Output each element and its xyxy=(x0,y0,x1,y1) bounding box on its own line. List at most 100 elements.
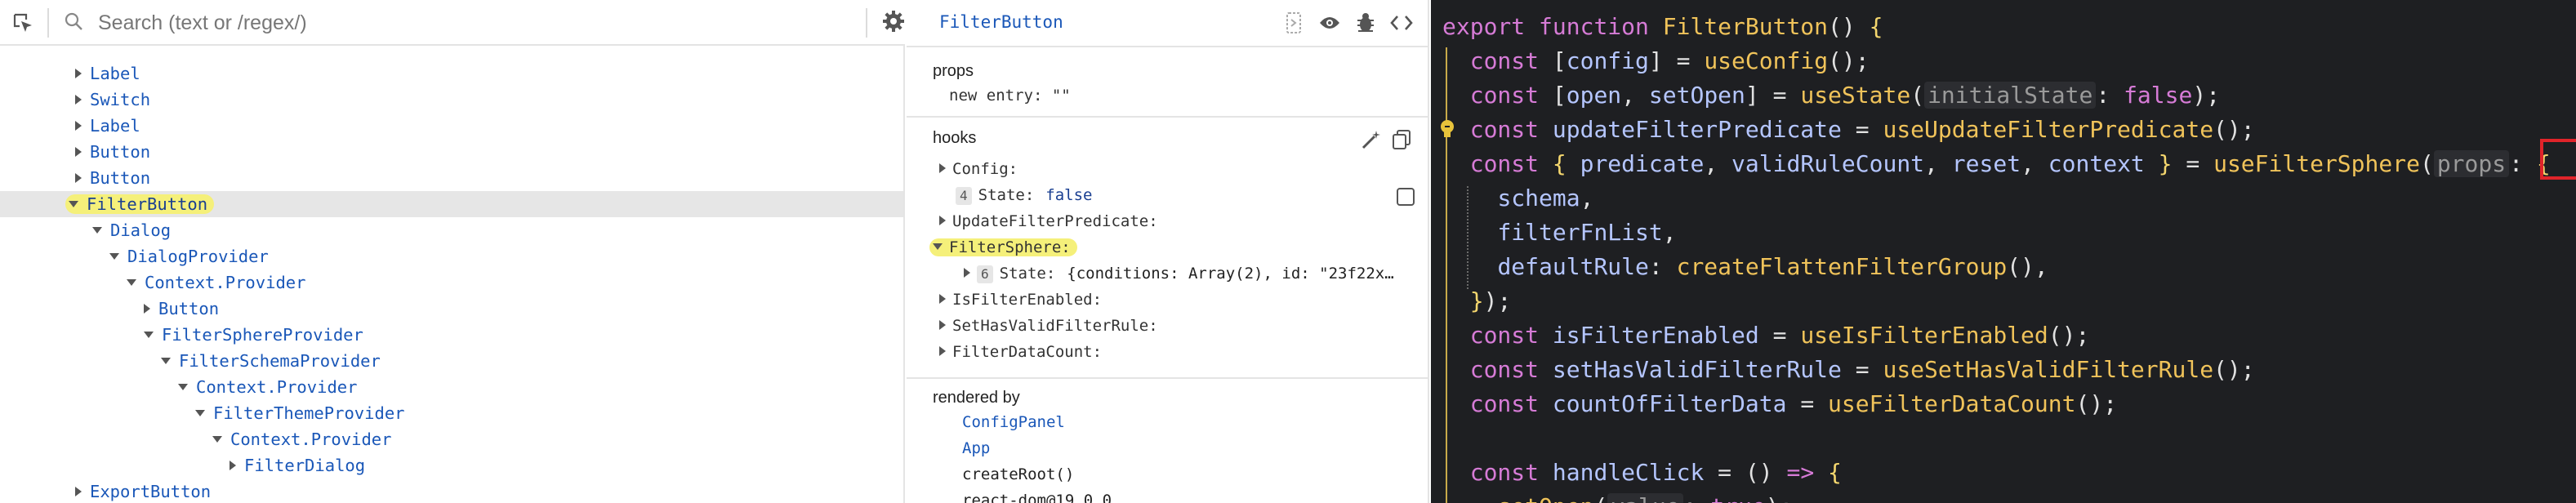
caret-right-icon[interactable] xyxy=(75,172,82,183)
hook-row[interactable]: Config: xyxy=(939,157,1018,181)
tree-row-label: Context.Provider xyxy=(196,377,358,397)
caret-right-icon[interactable] xyxy=(75,68,82,78)
hook-label: Config: xyxy=(952,160,1018,178)
hook-row[interactable]: SetHasValidFilterRule: xyxy=(939,314,1158,338)
tree-row-label: Label xyxy=(90,116,140,136)
tree-row-label: ExportButton xyxy=(90,482,212,501)
code-line[interactable]: schema, xyxy=(1442,181,1593,216)
code-line[interactable]: const [open, setOpen] = useState(initial… xyxy=(1442,78,2220,113)
tree-row[interactable]: FilterButton xyxy=(0,191,903,217)
eye-icon[interactable] xyxy=(1318,11,1341,34)
owner-link[interactable]: ConfigPanel xyxy=(962,410,1065,434)
tree-row[interactable]: Context.Provider xyxy=(0,374,903,400)
tree-row[interactable]: FilterDialog xyxy=(0,452,903,479)
caret-right-icon[interactable] xyxy=(939,346,946,356)
caret-down-icon[interactable] xyxy=(933,243,943,250)
hook-index-badge: 6 xyxy=(977,265,993,283)
tree-row-label: DialogProvider xyxy=(127,247,269,266)
caret-down-icon[interactable] xyxy=(127,278,136,286)
bug-icon[interactable] xyxy=(1354,11,1377,34)
tree-row[interactable]: Label xyxy=(0,113,903,139)
hook-row[interactable]: 4 State: false xyxy=(956,183,1092,207)
view-source-icon[interactable] xyxy=(1390,11,1413,34)
code-line[interactable]: export function FilterButton() { xyxy=(1442,10,1883,44)
caret-right-icon[interactable] xyxy=(75,146,82,157)
hook-label: FilterSphere: xyxy=(949,238,1071,256)
tree-row[interactable]: Button xyxy=(0,139,903,165)
hook-value: {conditions: Array(2), id: "23f22x… xyxy=(1067,265,1394,283)
tree-row[interactable]: Label xyxy=(0,60,903,87)
tree-row-label: Button xyxy=(158,299,220,318)
caret-right-icon[interactable] xyxy=(75,486,82,496)
hook-row[interactable]: FilterDataCount: xyxy=(939,340,1102,364)
inspector-header: FilterButton xyxy=(907,0,1429,47)
hook-row[interactable]: IsFilterEnabled: xyxy=(939,287,1102,312)
owner-text: createRoot() xyxy=(962,465,1075,483)
tree-row[interactable]: Button xyxy=(0,165,903,191)
tree-row[interactable]: ExportButton xyxy=(0,479,903,503)
caret-right-icon[interactable] xyxy=(939,216,946,225)
code-line[interactable]: const setHasValidFilterRule = useSetHasV… xyxy=(1442,353,2255,387)
code-line[interactable]: const updateFilterPredicate = useUpdateF… xyxy=(1442,113,2255,147)
gear-icon[interactable] xyxy=(882,10,907,34)
caret-down-icon[interactable] xyxy=(144,331,154,338)
hook-label: IsFilterEnabled: xyxy=(952,291,1103,309)
caret-down-icon[interactable] xyxy=(92,226,102,234)
caret-down-icon[interactable] xyxy=(109,252,119,260)
code-line[interactable]: defaultRule: createFlattenFilterGroup(), xyxy=(1442,250,2048,284)
tree-row[interactable]: Context.Provider xyxy=(0,269,903,296)
tree-row[interactable]: FilterThemeProvider xyxy=(0,400,903,426)
caret-right-icon[interactable] xyxy=(75,94,82,105)
tree-row-label: FilterSchemaProvider xyxy=(179,351,381,371)
tree-row-label: FilterDialog xyxy=(244,456,366,475)
tree-row[interactable]: FilterSphereProvider xyxy=(0,322,903,348)
caret-down-icon[interactable] xyxy=(161,357,171,364)
tree-row-label: Button xyxy=(90,168,151,188)
caret-right-icon[interactable] xyxy=(75,120,82,131)
code-line[interactable]: const countOfFilterData = useFilterDataC… xyxy=(1442,387,2117,421)
caret-right-icon[interactable] xyxy=(230,460,236,470)
hook-row[interactable]: FilterSphere: xyxy=(929,235,1077,260)
caret-down-icon[interactable] xyxy=(195,409,205,416)
caret-right-icon[interactable] xyxy=(939,163,946,173)
hook-label: State: xyxy=(999,265,1056,283)
new-prop-entry[interactable]: new entry: "" xyxy=(949,83,1071,108)
code-line[interactable]: filterFnList, xyxy=(1442,216,1676,250)
component-tree-pane: Label Switch Label Button Button FilterButton… xyxy=(0,0,920,503)
hook-row[interactable]: 6 State: {conditions: Array(2), id: "23f22… xyxy=(964,261,1394,286)
caret-down-icon[interactable] xyxy=(212,435,222,443)
code-line[interactable]: const [config] = useConfig(); xyxy=(1442,44,1870,78)
code-line[interactable]: const handleClick = () => { xyxy=(1442,456,1842,490)
lightbulb-icon[interactable] xyxy=(1437,118,1457,140)
tree-row[interactable]: DialogProvider xyxy=(0,243,903,269)
copy-icon[interactable] xyxy=(1392,129,1411,154)
caret-right-icon[interactable] xyxy=(964,268,970,278)
tree-row-label: Context.Provider xyxy=(145,273,306,292)
tree-row[interactable]: FilterSchemaProvider xyxy=(0,348,903,374)
search-input[interactable] xyxy=(98,7,833,39)
caret-right-icon[interactable] xyxy=(144,303,150,314)
select-element-icon[interactable] xyxy=(8,8,38,38)
selected-component-title: FilterButton xyxy=(939,12,1063,32)
code-line[interactable]: const { predicate, validRuleCount, reset… xyxy=(1442,147,2551,181)
state-checkbox[interactable] xyxy=(1397,188,1415,206)
code-line[interactable]: }); xyxy=(1442,284,1512,318)
caret-down-icon[interactable] xyxy=(69,200,78,207)
hook-label: SetHasValidFilterRule: xyxy=(952,317,1158,335)
code-line[interactable]: setOpen(value: true); xyxy=(1442,490,1793,503)
code-editor[interactable]: export function FilterButton() { const [… xyxy=(1431,0,2576,503)
hook-row[interactable]: UpdateFilterPredicate: xyxy=(939,209,1158,234)
caret-right-icon[interactable] xyxy=(939,320,946,330)
suspend-icon[interactable] xyxy=(1282,11,1305,34)
owner-link[interactable]: App xyxy=(962,436,990,461)
magic-wand-icon[interactable] xyxy=(1361,129,1382,154)
tree-row[interactable]: Context.Provider xyxy=(0,426,903,452)
tree-row[interactable]: Dialog xyxy=(0,217,903,243)
tree-row[interactable]: Button xyxy=(0,296,903,322)
hook-value[interactable]: false xyxy=(1045,186,1092,204)
caret-down-icon[interactable] xyxy=(178,383,188,390)
tree-row[interactable]: Switch xyxy=(0,87,903,113)
code-line[interactable]: const isFilterEnabled = useIsFilterEnabl… xyxy=(1442,318,2090,353)
caret-right-icon[interactable] xyxy=(939,294,946,304)
section-divider xyxy=(907,116,1429,118)
